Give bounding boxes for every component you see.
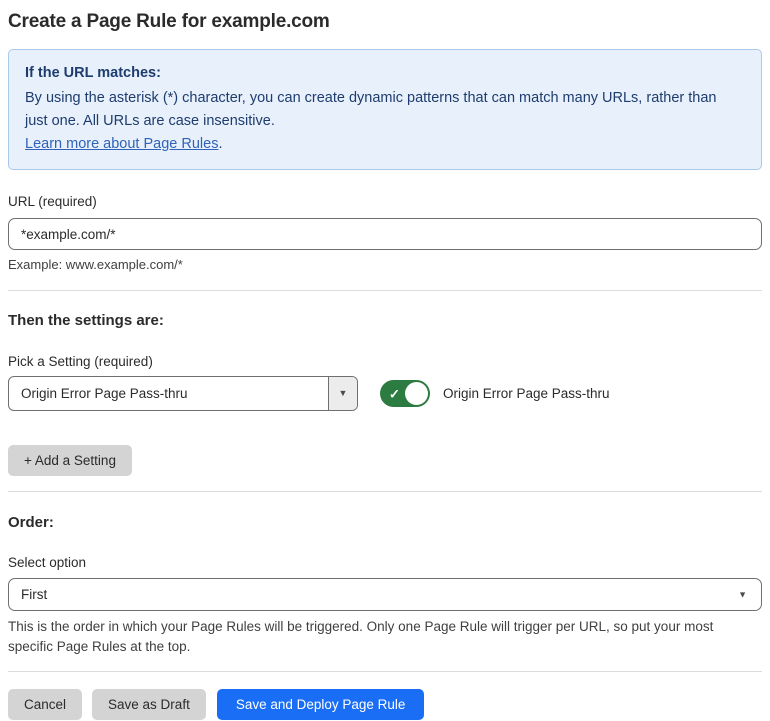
order-helper-text: This is the order in which your Page Rul… <box>8 619 714 654</box>
url-input[interactable] <box>8 218 762 250</box>
footer-actions: Cancel Save as Draft Save and Deploy Pag… <box>8 689 762 720</box>
setting-dropdown-value: Origin Error Page Pass-thru <box>21 386 188 401</box>
order-select[interactable]: First ▼ <box>8 578 762 611</box>
chevron-down-icon: ▼ <box>338 388 348 398</box>
learn-more-link[interactable]: Learn more about Page Rules <box>25 136 218 152</box>
add-setting-button[interactable]: + Add a Setting <box>8 445 132 476</box>
setting-row: Origin Error Page Pass-thru ▼ ✓ Origin E… <box>8 376 762 411</box>
toggle-label: Origin Error Page Pass-thru <box>443 386 610 401</box>
info-box-link-line: Learn more about Page Rules. <box>25 133 745 156</box>
divider <box>8 491 762 492</box>
order-select-value: First <box>21 587 48 602</box>
create-page-rule-form: Create a Page Rule for example.com If th… <box>0 11 770 720</box>
settings-section-heading: Then the settings are: <box>8 312 164 329</box>
save-as-draft-button[interactable]: Save as Draft <box>92 689 206 720</box>
select-option-label: Select option <box>8 555 87 570</box>
page-title: Create a Page Rule for example.com <box>8 11 330 32</box>
divider <box>8 671 762 672</box>
link-suffix-period: . <box>218 136 223 152</box>
url-field-label: URL (required) <box>8 194 97 209</box>
info-box-heading: If the URL matches: <box>25 65 161 81</box>
url-match-info-box: If the URL matches: By using the asteris… <box>8 49 762 170</box>
order-section-heading: Order: <box>8 514 54 531</box>
setting-dropdown[interactable]: Origin Error Page Pass-thru ▼ <box>8 376 358 411</box>
cancel-button[interactable]: Cancel <box>8 689 83 720</box>
check-icon: ✓ <box>389 386 400 401</box>
url-example-helper: Example: www.example.com/* <box>8 257 183 272</box>
origin-error-page-toggle[interactable]: ✓ <box>380 380 430 407</box>
toggle-knob <box>405 382 428 405</box>
divider <box>8 290 762 291</box>
chevron-down-icon: ▼ <box>738 589 747 599</box>
setting-dropdown-arrow-button[interactable]: ▼ <box>328 377 357 410</box>
save-and-deploy-button[interactable]: Save and Deploy Page Rule <box>216 689 425 720</box>
pick-setting-label: Pick a Setting (required) <box>8 354 153 369</box>
info-box-body: By using the asterisk (*) character, you… <box>25 90 717 129</box>
